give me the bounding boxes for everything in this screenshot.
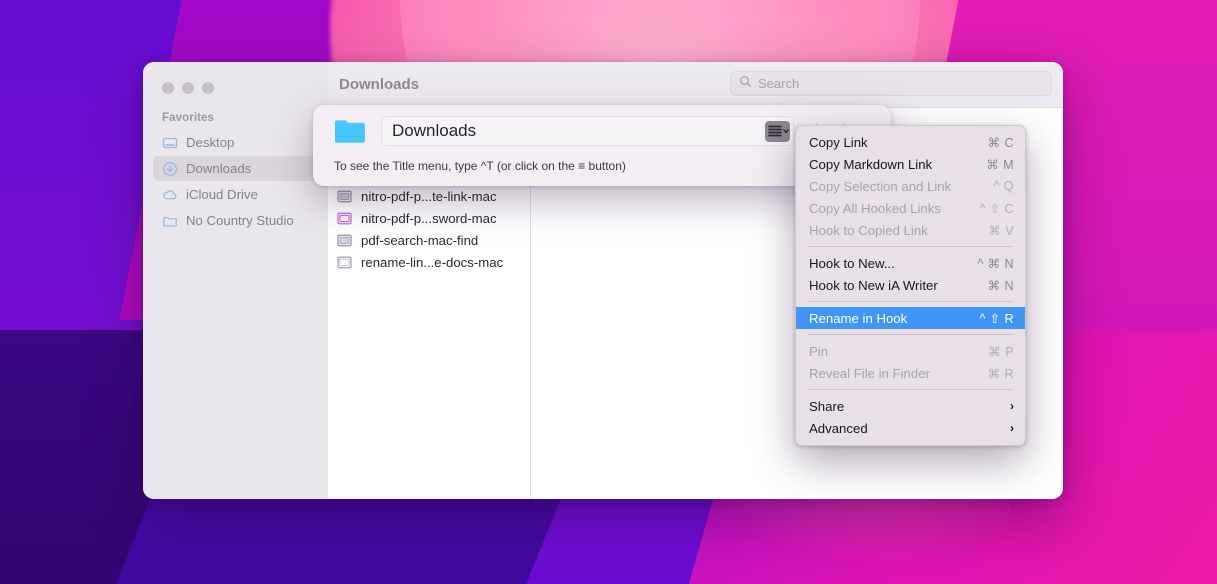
menu-item-label: Copy Selection and Link — [809, 179, 951, 194]
preview-thumb-icon — [337, 212, 352, 225]
menu-item-shortcut: ⌘ P — [988, 344, 1014, 359]
menu-item-hook-to-new-ia-writer[interactable]: Hook to New iA Writer ⌘ N — [796, 274, 1025, 296]
sidebar-item-label: No Country Studio — [186, 213, 294, 228]
folder-icon — [334, 118, 366, 144]
folder-icon — [162, 213, 178, 229]
chevron-right-icon: › — [1010, 421, 1014, 435]
file-name: rename-lin...e-docs-mac — [361, 255, 503, 270]
menu-item-shortcut: ^ ⌘ N — [977, 256, 1014, 271]
menu-item-copy-link[interactable]: Copy Link ⌘ C — [796, 131, 1025, 153]
window-traffic-lights[interactable] — [143, 72, 328, 94]
file-name: pdf-search-mac-find — [361, 233, 478, 248]
menu-separator — [808, 334, 1013, 335]
preview-thumb-icon — [337, 190, 352, 203]
sidebar-item-label: Downloads — [186, 161, 251, 176]
menu-item-shortcut: ^ ⇧ C — [979, 201, 1014, 216]
desktop-wallpaper: Favorites Desktop Downloads — [0, 0, 1217, 584]
hook-title-value: Downloads — [392, 121, 476, 141]
menu-separator — [808, 301, 1013, 302]
menu-item-label: Pin — [809, 344, 828, 359]
download-circle-icon — [162, 161, 178, 177]
search-icon — [739, 75, 752, 93]
menu-item-label: Hook to New iA Writer — [809, 278, 938, 293]
finder-window-title: Downloads — [328, 76, 419, 93]
menu-item-shortcut: ⌘ V — [988, 223, 1014, 238]
sidebar-item-no-country-studio[interactable]: No Country Studio — [153, 208, 318, 233]
list-item[interactable]: nitro-pdf-p...sword-mac — [328, 207, 530, 229]
menu-item-copy-selection-and-link: Copy Selection and Link ^ Q — [796, 175, 1025, 197]
sidebar-item-desktop[interactable]: Desktop — [153, 130, 318, 155]
close-button[interactable] — [162, 82, 174, 94]
menu-item-hook-to-copied-link: Hook to Copied Link ⌘ V — [796, 219, 1025, 241]
sidebar-section-favorites: Favorites — [143, 94, 328, 129]
sidebar-item-label: iCloud Drive — [186, 187, 258, 202]
menu-item-label: Advanced — [809, 421, 868, 436]
cloud-icon — [162, 187, 178, 203]
menu-item-label: Hook to New... — [809, 256, 895, 271]
menu-item-label: Share — [809, 399, 844, 414]
menu-item-label: Copy Link — [809, 135, 868, 150]
menu-item-share[interactable]: Share › — [796, 395, 1025, 417]
hook-title-field[interactable]: Downloads — [381, 116, 794, 146]
preview-thumb-icon — [337, 256, 352, 269]
menu-item-shortcut: ⌘ M — [986, 157, 1014, 172]
menu-item-label: Reveal File in Finder — [809, 366, 930, 381]
zoom-button[interactable] — [202, 82, 214, 94]
file-name: nitro-pdf-p...te-link-mac — [361, 189, 497, 204]
monitor-icon — [162, 135, 178, 151]
menu-item-reveal-file-in-finder: Reveal File in Finder ⌘ R — [796, 362, 1025, 384]
menu-separator — [808, 389, 1013, 390]
finder-sidebar: Favorites Desktop Downloads — [143, 62, 328, 499]
sidebar-item-downloads[interactable]: Downloads — [153, 156, 318, 181]
menu-item-shortcut: ^ Q — [994, 179, 1014, 193]
menu-item-advanced[interactable]: Advanced › — [796, 417, 1025, 439]
chevron-right-icon: › — [1010, 399, 1014, 413]
menu-item-label: Rename in Hook — [809, 311, 907, 326]
file-name: nitro-pdf-p...sword-mac — [361, 211, 497, 226]
search-placeholder: Search — [758, 76, 799, 91]
sidebar-item-label: Desktop — [186, 135, 234, 150]
menu-item-shortcut: ⌘ N — [988, 278, 1014, 293]
menu-item-copy-all-hooked-links: Copy All Hooked Links ^ ⇧ C — [796, 197, 1025, 219]
finder-toolbar: Downloads Search — [328, 62, 1063, 108]
menu-item-shortcut: ^ ⇧ R — [979, 311, 1014, 326]
menu-item-label: Copy Markdown Link — [809, 157, 932, 172]
preview-thumb-icon — [337, 234, 352, 247]
menu-separator — [808, 246, 1013, 247]
menu-item-copy-markdown-link[interactable]: Copy Markdown Link ⌘ M — [796, 153, 1025, 175]
menu-item-shortcut: ⌘ R — [988, 366, 1014, 381]
search-input[interactable]: Search — [730, 71, 1052, 96]
menu-item-label: Copy All Hooked Links — [809, 201, 941, 216]
sidebar-item-icloud-drive[interactable]: iCloud Drive — [153, 182, 318, 207]
menu-item-shortcut: ⌘ C — [988, 135, 1014, 150]
minimize-button[interactable] — [182, 82, 194, 94]
list-item[interactable]: rename-lin...e-docs-mac — [328, 251, 530, 273]
list-item[interactable]: pdf-search-mac-find — [328, 229, 530, 251]
menu-item-pin: Pin ⌘ P — [796, 340, 1025, 362]
title-context-menu[interactable]: Copy Link ⌘ C Copy Markdown Link ⌘ M Cop… — [795, 125, 1026, 446]
hamburger-icon[interactable] — [765, 121, 790, 142]
list-item[interactable]: nitro-pdf-p...te-link-mac — [328, 185, 530, 207]
menu-item-label: Hook to Copied Link — [809, 223, 928, 238]
menu-item-rename-in-hook[interactable]: Rename in Hook ^ ⇧ R — [796, 307, 1025, 329]
menu-item-hook-to-new[interactable]: Hook to New... ^ ⌘ N — [796, 252, 1025, 274]
